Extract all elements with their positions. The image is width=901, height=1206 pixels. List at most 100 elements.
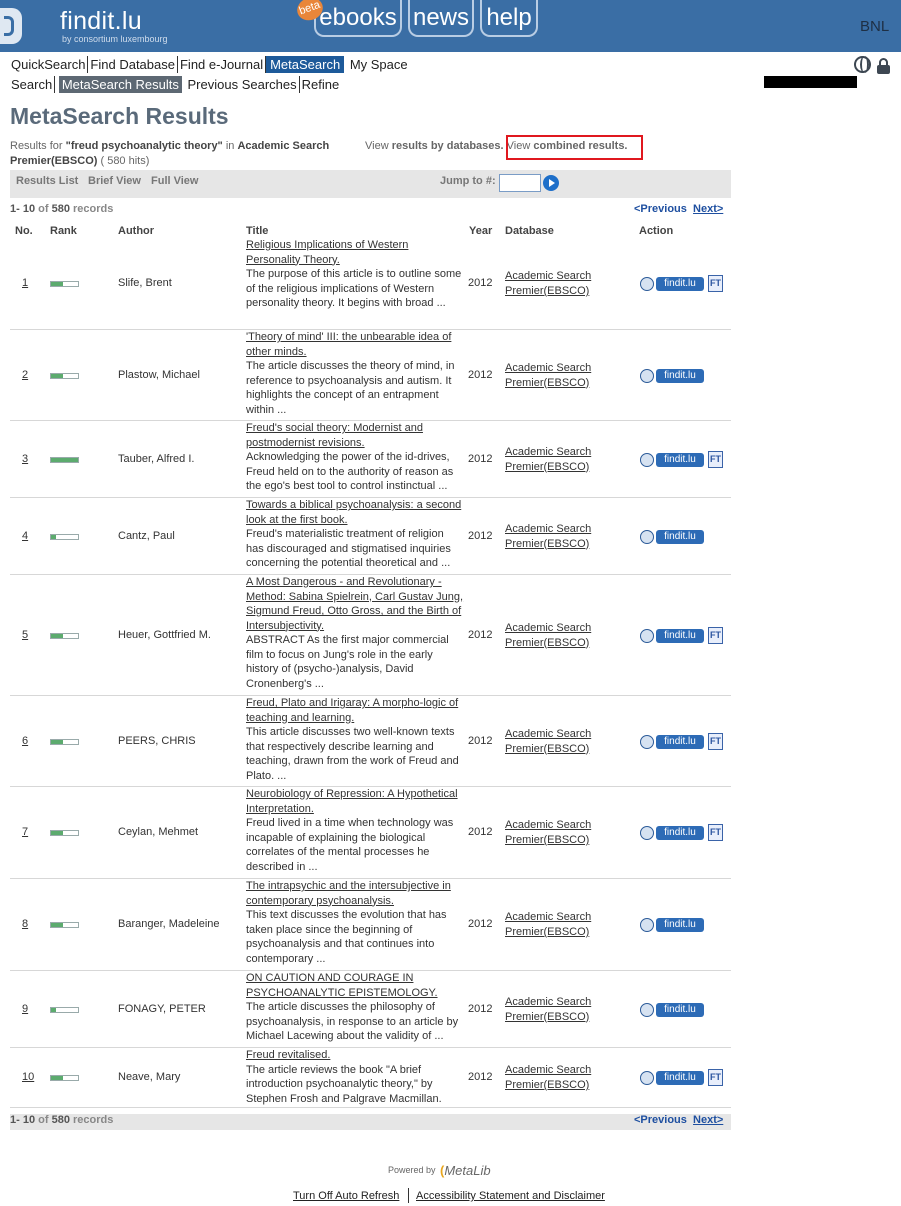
logo-b-icon[interactable] <box>0 8 22 44</box>
findit-button[interactable]: findit.lu <box>656 734 704 749</box>
findit-button[interactable]: findit.lu <box>656 277 704 291</box>
table-row: 2 Plastow, Michael 'Theory of mind' III: t… <box>10 330 731 421</box>
result-database-link[interactable]: Academic Search Premier(EBSCO) <box>505 621 605 651</box>
nav-find-ejournal[interactable]: Find e-Journal <box>177 56 267 73</box>
rank-bar <box>50 1075 79 1081</box>
basket-icon[interactable] <box>640 452 654 467</box>
subnav-refine[interactable]: Refine <box>300 76 342 93</box>
globe-icon[interactable] <box>854 56 871 73</box>
record-count-bottom: 1- 10 of 580 records <box>10 1114 731 1130</box>
rank-bar <box>50 632 79 639</box>
result-database-link[interactable]: Academic Search Premier(EBSCO) <box>505 910 605 940</box>
result-abstract: This article discusses two well-known te… <box>246 726 459 782</box>
brief-view-link[interactable]: Brief View <box>88 175 141 187</box>
fulltext-icon[interactable]: FT <box>708 1069 723 1086</box>
result-title-link[interactable]: A Most Dangerous - and Revolutionary - M… <box>246 575 464 633</box>
accessibility-link[interactable]: Accessibility Statement and Disclaimer <box>416 1190 605 1202</box>
result-number-link[interactable]: 8 <box>22 918 42 930</box>
result-number-link[interactable]: 7 <box>22 826 42 838</box>
basket-icon[interactable] <box>640 1002 654 1017</box>
subnav-metasearch-results[interactable]: MetaSearch Results <box>58 76 182 93</box>
basket-icon[interactable] <box>640 918 654 932</box>
subnav-previous-searches[interactable]: Previous Searches <box>185 76 300 93</box>
result-database-link[interactable]: Academic Search Premier(EBSCO) <box>505 727 605 757</box>
col-database: Database <box>505 225 554 237</box>
findit-button[interactable]: findit.lu <box>656 628 704 643</box>
result-number-link[interactable]: 2 <box>22 369 42 381</box>
result-author: PEERS, CHRIS <box>118 734 196 747</box>
tab-ebooks[interactable]: ebooks <box>314 0 402 37</box>
table-row: 3 Tauber, Alfred I. Freud's social theory:… <box>10 421 731 498</box>
findit-button[interactable]: findit.lu <box>656 918 704 932</box>
fulltext-icon[interactable]: FT <box>708 275 723 292</box>
result-database-link[interactable]: Academic Search Premier(EBSCO) <box>505 361 605 391</box>
site-logo[interactable]: findit.lu <box>60 7 142 36</box>
full-view-link[interactable]: Full View <box>151 175 198 187</box>
result-title-link[interactable]: Freud revitalised. <box>246 1048 464 1063</box>
view-by-databases-link[interactable]: results by databases. <box>392 140 504 152</box>
result-title-link[interactable]: 'Theory of mind' III: the unbearable ide… <box>246 330 464 359</box>
go-arrow-icon[interactable] <box>543 175 559 191</box>
result-number-link[interactable]: 3 <box>22 453 42 465</box>
col-title: Title <box>246 225 269 237</box>
result-number-link[interactable]: 1 <box>22 277 42 289</box>
nav-quicksearch[interactable]: QuickSearch <box>9 56 89 73</box>
basket-icon[interactable] <box>640 826 654 840</box>
nav-find-database[interactable]: Find Database <box>88 56 178 73</box>
findit-button[interactable]: findit.lu <box>656 1002 704 1017</box>
result-database-link[interactable]: Academic Search Premier(EBSCO) <box>505 818 605 848</box>
result-database-link[interactable]: Academic Search Premier(EBSCO) <box>505 522 605 552</box>
basket-icon[interactable] <box>640 277 654 291</box>
basket-icon[interactable] <box>640 529 654 544</box>
result-database-link[interactable]: Academic Search Premier(EBSCO) <box>505 1063 605 1093</box>
result-title-link[interactable]: ON CAUTION AND COURAGE IN PSYCHOANALYTIC… <box>246 971 464 1000</box>
subnav-search[interactable]: Search <box>9 76 56 93</box>
fulltext-icon[interactable]: FT <box>708 450 723 468</box>
previous-link[interactable]: <Previous <box>634 203 687 215</box>
basket-icon[interactable] <box>640 734 654 749</box>
record-range: 1- 10 <box>10 203 36 215</box>
basket-icon[interactable] <box>640 368 654 383</box>
result-number-link[interactable]: 4 <box>22 530 42 542</box>
result-number-link[interactable]: 5 <box>22 629 42 641</box>
fulltext-icon[interactable]: FT <box>708 626 723 644</box>
result-database-link[interactable]: Academic Search Premier(EBSCO) <box>505 269 605 299</box>
result-title-link[interactable]: Neurobiology of Repression: A Hypothetic… <box>246 787 464 816</box>
tab-help[interactable]: help <box>480 0 538 37</box>
lock-icon[interactable] <box>877 58 891 74</box>
result-number-link[interactable]: 9 <box>22 1003 42 1015</box>
record-count-top: 1- 10 of 580 records <box>10 203 113 215</box>
basket-icon[interactable] <box>640 1071 654 1085</box>
tab-news[interactable]: news <box>408 0 474 37</box>
result-title-link[interactable]: Religious Implications of Western Person… <box>246 238 464 267</box>
findit-button[interactable]: findit.lu <box>656 452 704 467</box>
next-link[interactable]: Next> <box>693 203 723 215</box>
previous-link[interactable]: <Previous <box>634 1114 687 1126</box>
result-number-link[interactable]: 10 <box>22 1071 42 1083</box>
result-number-link[interactable]: 6 <box>22 735 42 747</box>
rank-bar <box>50 830 79 836</box>
fulltext-icon[interactable]: FT <box>708 824 723 841</box>
jump-to-input[interactable] <box>499 174 541 192</box>
result-title-link[interactable]: The intrapsychic and the intersubjective… <box>246 879 464 908</box>
findit-button[interactable]: findit.lu <box>656 826 704 840</box>
result-title-link[interactable]: Freud, Plato and Irigaray: A morpho-logi… <box>246 696 464 725</box>
nav-my-space[interactable]: My Space <box>348 56 410 73</box>
result-database-link[interactable]: Academic Search Premier(EBSCO) <box>505 445 605 475</box>
rank-bar <box>50 922 79 928</box>
result-title-link[interactable]: Freud's social theory: Modernist and pos… <box>246 421 464 450</box>
turn-off-auto-refresh-link[interactable]: Turn Off Auto Refresh <box>293 1190 399 1202</box>
basket-icon[interactable] <box>640 628 654 643</box>
findit-button[interactable]: findit.lu <box>656 1071 704 1085</box>
result-year: 2012 <box>468 452 493 465</box>
results-for-summary: Results for "freud psychoanalytic theory… <box>10 139 360 169</box>
next-link[interactable]: Next> <box>693 1114 723 1126</box>
pagination-bottom: <Previous Next> <box>634 1114 723 1126</box>
nav-metasearch[interactable]: MetaSearch <box>266 56 345 73</box>
result-title-link[interactable]: Towards a biblical psychoanalysis: a sec… <box>246 498 464 527</box>
pagination-top: <Previous Next> <box>634 203 723 215</box>
fulltext-icon[interactable]: FT <box>708 732 723 750</box>
findit-button[interactable]: findit.lu <box>656 368 704 383</box>
result-database-link[interactable]: Academic Search Premier(EBSCO) <box>505 995 605 1025</box>
findit-button[interactable]: findit.lu <box>656 529 704 544</box>
